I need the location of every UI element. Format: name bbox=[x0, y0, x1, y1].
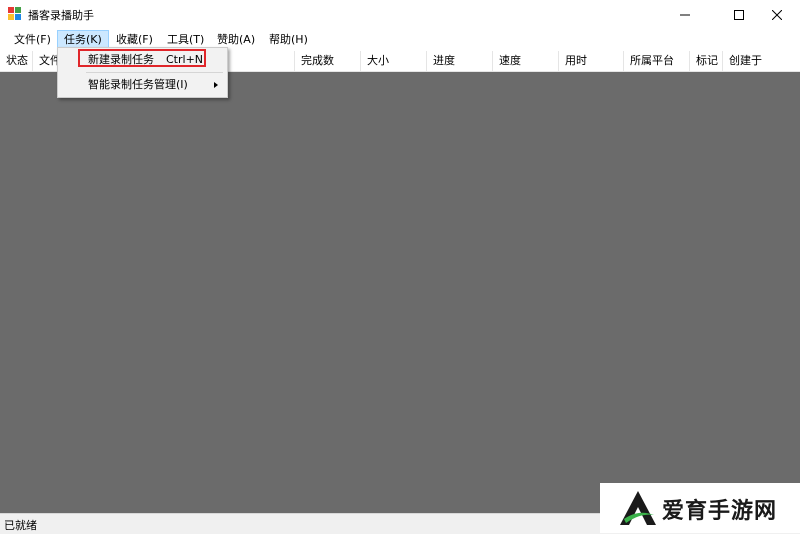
maximize-icon bbox=[734, 9, 744, 20]
menu-sponsor[interactable]: 赞助(A) bbox=[211, 31, 261, 48]
menu-file[interactable]: 文件(F) bbox=[8, 31, 57, 48]
column-header-progress[interactable]: 进度 bbox=[427, 51, 493, 71]
watermark: 爱育手游网 bbox=[600, 483, 800, 533]
menu-item-label: 新建录制任务 bbox=[88, 53, 154, 66]
menu-separator bbox=[86, 72, 223, 73]
column-header-speed[interactable]: 速度 bbox=[493, 51, 559, 71]
app-icon bbox=[8, 7, 22, 21]
chevron-right-icon bbox=[213, 75, 219, 102]
menu-tools[interactable]: 工具(T) bbox=[161, 31, 210, 48]
column-header-size[interactable]: 大小 bbox=[361, 51, 427, 71]
column-header-elapsed[interactable]: 用时 bbox=[559, 51, 624, 71]
menu-favorites[interactable]: 收藏(F) bbox=[110, 31, 159, 48]
minimize-icon bbox=[680, 14, 690, 15]
menu-item-shortcut: Ctrl+N bbox=[166, 53, 204, 66]
letter-a-logo-icon bbox=[620, 491, 656, 525]
menu-item-label: 智能录制任务管理(I) bbox=[88, 78, 188, 91]
column-header-status[interactable]: 状态 bbox=[0, 51, 33, 71]
status-text: 已就绪 bbox=[4, 519, 37, 532]
column-header-mark[interactable]: 标记 bbox=[690, 51, 723, 71]
title-bar: 播客录播助手 bbox=[0, 0, 800, 29]
menu-item-new-recording-task[interactable]: 新建录制任务 Ctrl+N bbox=[60, 50, 225, 70]
column-header-created[interactable]: 创建于 bbox=[723, 51, 800, 71]
column-header-completed[interactable]: 完成数 bbox=[295, 51, 361, 71]
menu-help[interactable]: 帮助(H) bbox=[263, 31, 314, 48]
watermark-text: 爱育手游网 bbox=[662, 499, 778, 524]
task-menu-dropdown: 新建录制任务 Ctrl+N 智能录制任务管理(I) bbox=[57, 47, 228, 98]
close-icon bbox=[772, 9, 782, 20]
menu-item-smart-task-manager[interactable]: 智能录制任务管理(I) bbox=[60, 75, 225, 95]
close-button[interactable] bbox=[754, 0, 800, 29]
window-title: 播客录播助手 bbox=[28, 9, 94, 22]
minimize-button[interactable] bbox=[662, 0, 708, 29]
task-list-area[interactable] bbox=[0, 72, 800, 513]
column-header-platform[interactable]: 所属平台 bbox=[624, 51, 690, 71]
